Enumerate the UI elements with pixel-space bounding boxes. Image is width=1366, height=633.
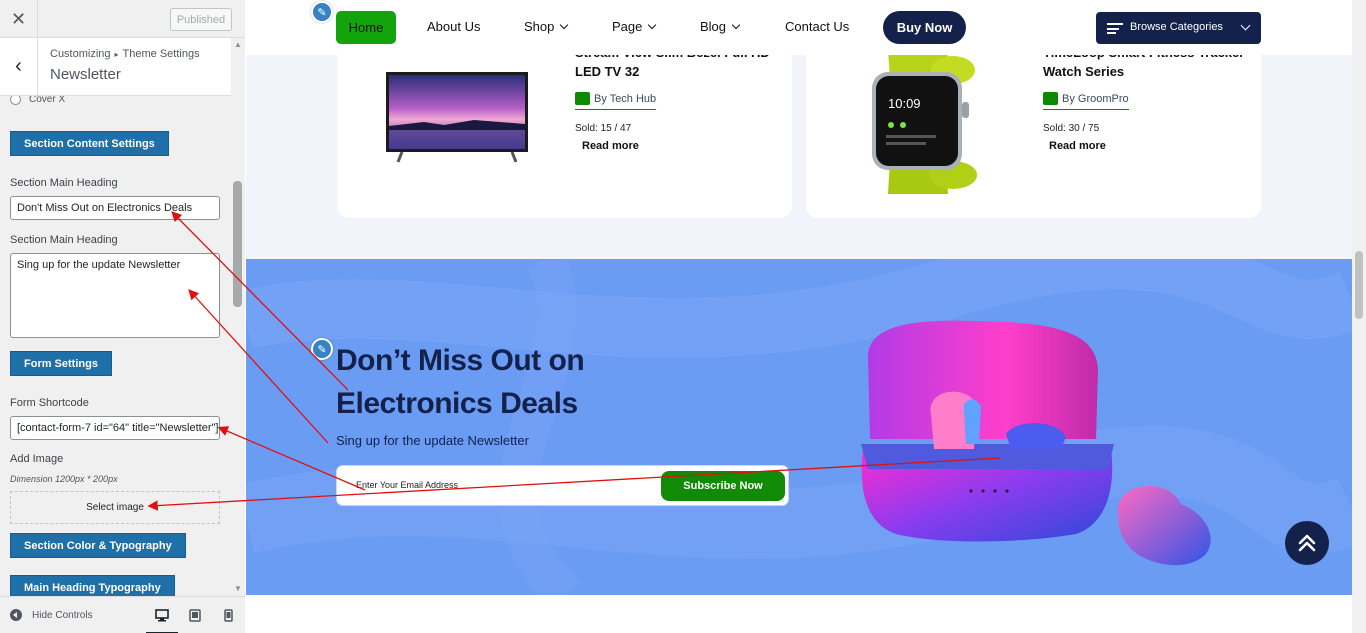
browse-categories-button[interactable]: Browse Categories xyxy=(1096,12,1261,44)
scroll-down-icon[interactable]: ▼ xyxy=(233,584,243,594)
product-card[interactable]: Stream View Slim Bezel Full HD LED TV 32… xyxy=(337,30,792,218)
vendor-name: By GroomPro xyxy=(1062,92,1129,105)
breadcrumb-separator: ▸ xyxy=(114,50,119,59)
edit-pencil-icon[interactable]: ✎ xyxy=(311,338,333,360)
sold-count: Sold: 15 / 47 xyxy=(575,123,632,134)
breadcrumb-section: Theme Settings xyxy=(122,48,200,60)
form-shortcode-input[interactable]: [contact-form-7 id="64" title="Newslette… xyxy=(10,416,220,440)
nav-blog[interactable]: Blog xyxy=(700,19,741,34)
read-more-link[interactable]: Read more xyxy=(1049,140,1106,152)
publish-button[interactable]: Published xyxy=(170,8,232,31)
sub-heading-label: Section Main Heading xyxy=(10,234,118,246)
double-chevron-up-icon xyxy=(1298,534,1316,552)
mobile-preview-icon[interactable] xyxy=(219,606,237,624)
close-icon[interactable]: ✕ xyxy=(0,0,38,38)
preview-scroll-thumb[interactable] xyxy=(1355,251,1363,319)
section-title: Newsletter xyxy=(50,66,121,83)
scroll-to-top-button[interactable] xyxy=(1285,521,1329,565)
form-settings-button[interactable]: Form Settings xyxy=(10,351,112,376)
nav-page[interactable]: Page xyxy=(612,19,657,34)
newsletter-form: Enter Your Email Address Subscribe Now xyxy=(336,465,789,506)
select-image-button[interactable]: Select image xyxy=(10,491,220,524)
chevron-down-icon xyxy=(560,20,569,29)
sold-count: Sold: 30 / 75 xyxy=(1043,123,1100,134)
scroll-up-icon[interactable]: ▲ xyxy=(233,40,243,50)
subscribe-button[interactable]: Subscribe Now xyxy=(661,471,785,501)
radio-circle[interactable] xyxy=(10,96,21,105)
section-color-typography-button[interactable]: Section Color & Typography xyxy=(10,533,186,558)
section-content-settings-button[interactable]: Section Content Settings xyxy=(10,131,169,156)
vendor-link[interactable]: By Tech Hub xyxy=(575,92,657,110)
read-more-link[interactable]: Read more xyxy=(582,140,639,152)
menu-lines-icon xyxy=(1107,23,1123,34)
tablet-preview-icon[interactable] xyxy=(186,606,204,624)
site-navbar: ✎ Home About Us Shop Page Blog Contact U… xyxy=(246,0,1352,55)
hide-controls-button[interactable]: Hide Controls xyxy=(10,609,93,621)
site-preview: Stream View Slim Bezel Full HD LED TV 32… xyxy=(246,0,1366,633)
chevron-down-icon xyxy=(1240,20,1251,31)
customizer-top-bar: ✕ Published xyxy=(0,0,245,38)
controls-panel: Cover X Section Content Settings Section… xyxy=(0,96,231,596)
nav-about[interactable]: About Us xyxy=(427,19,480,34)
chevron-down-icon xyxy=(648,20,657,29)
hide-controls-label: Hide Controls xyxy=(32,609,93,621)
form-shortcode-label: Form Shortcode xyxy=(10,397,89,409)
vendor-name: By Tech Hub xyxy=(594,92,657,105)
nav-shop[interactable]: Shop xyxy=(524,19,569,34)
add-image-label: Add Image xyxy=(10,453,64,465)
radio-cover-x[interactable]: Cover X xyxy=(10,96,65,105)
desktop-preview-icon[interactable] xyxy=(146,606,178,633)
product-card[interactable]: 10:09 TimeLoop Smart Fitness Tracker Wat… xyxy=(806,30,1261,218)
dimension-hint: Dimension 1200px * 200px xyxy=(10,474,118,484)
customizer-footer: Hide Controls xyxy=(0,596,245,633)
smartwatch-product-image[interactable]: 10:09 xyxy=(858,50,988,194)
breadcrumb-root: Customizing xyxy=(50,48,111,60)
radio-label: Cover X xyxy=(29,96,66,105)
main-heading-typography-button[interactable]: Main Heading Typography xyxy=(10,575,175,596)
sidebar-scrollbar[interactable]: ▲ ▼ xyxy=(231,38,245,596)
customizer-sidebar: ✕ Published ‹ Customizing ▸ Theme Settings… xyxy=(0,0,245,633)
main-heading-label: Section Main Heading xyxy=(10,177,118,189)
newsletter-heading: Don’t Miss Out on Electronics Deals xyxy=(336,344,585,420)
nav-home[interactable]: Home xyxy=(336,11,396,44)
store-icon xyxy=(575,92,590,105)
chevron-down-icon xyxy=(731,20,741,29)
sidebar-scroll-thumb[interactable] xyxy=(233,181,242,307)
back-arrow-icon[interactable]: ‹ xyxy=(0,38,38,95)
section-header: ‹ Customizing ▸ Theme Settings Newsletter xyxy=(0,38,231,96)
vendor-link[interactable]: By GroomPro xyxy=(1043,92,1129,110)
breadcrumb: Customizing ▸ Theme Settings xyxy=(50,48,200,60)
browse-categories-label: Browse Categories xyxy=(1130,21,1223,33)
sub-heading-textarea[interactable]: Sing up for the update Newsletter xyxy=(10,253,220,338)
edit-pencil-icon[interactable]: ✎ xyxy=(311,1,333,23)
next-section xyxy=(246,595,1352,633)
newsletter-subheading: Sing up for the update Newsletter xyxy=(336,433,529,448)
watch-time: 10:09 xyxy=(888,96,921,111)
collapse-icon xyxy=(10,609,22,621)
tv-product-image[interactable] xyxy=(384,70,530,165)
earbuds-image xyxy=(861,320,1211,566)
store-icon xyxy=(1043,92,1058,105)
preview-scrollbar[interactable] xyxy=(1352,0,1366,633)
buy-now-button[interactable]: Buy Now xyxy=(883,11,966,44)
email-input[interactable]: Enter Your Email Address xyxy=(356,480,458,490)
nav-contact[interactable]: Contact Us xyxy=(785,19,849,34)
newsletter-section: ✎ Don’t Miss Out on Electronics Deals Si… xyxy=(246,259,1352,595)
main-heading-input[interactable]: Don't Miss Out on Electronics Deals xyxy=(10,196,220,220)
